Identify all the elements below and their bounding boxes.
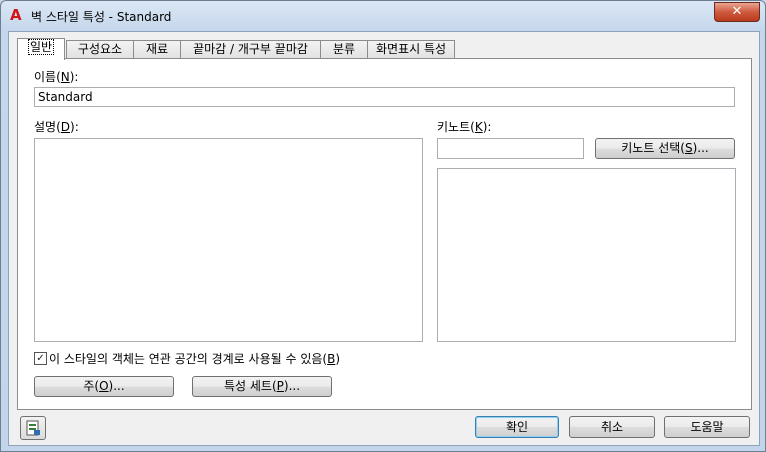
notes-button[interactable]: 주(O)...: [34, 376, 174, 397]
style-details-button[interactable]: [20, 416, 46, 440]
tab-display-properties[interactable]: 화면표시 특성: [367, 40, 455, 59]
window-title: 벽 스타일 특성 - Standard: [31, 10, 172, 24]
help-button[interactable]: 도움말: [664, 416, 750, 438]
cancel-button[interactable]: 취소: [569, 416, 655, 438]
tab-endcaps-opening-endcaps[interactable]: 끝마감 / 개구부 끝마감: [180, 40, 321, 59]
description-field[interactable]: [34, 138, 423, 342]
autocad-app-icon[interactable]: A: [10, 7, 24, 23]
style-details-icon: [26, 420, 40, 436]
description-label: 설명(D):: [34, 120, 79, 134]
select-keynote-button[interactable]: 키노트 선택(S)...: [595, 138, 735, 159]
boundary-checkbox-label[interactable]: 이 스타일의 객체는 연관 공간의 경계로 사용될 수 있음(B): [49, 350, 340, 367]
ok-button[interactable]: 확인: [475, 416, 559, 438]
tab-general[interactable]: 일반: [17, 38, 65, 60]
tab-components[interactable]: 구성요소: [66, 40, 134, 59]
close-button[interactable]: ✕: [714, 2, 760, 22]
property-sets-button[interactable]: 특성 세트(P)...: [192, 376, 332, 397]
name-label: 이름(N):: [34, 70, 79, 84]
keynote-label: 키노트(K):: [437, 120, 492, 134]
general-tab-panel: 이름(N): Standard 설명(D): 키노트(K): 키노트 선택(S)…: [17, 58, 752, 410]
dialog-client-area: 일반 구성요소 재료 끝마감 / 개구부 끝마감 분류 화면표시 특성 이름(N…: [8, 31, 760, 446]
dialog-window: A 벽 스타일 특성 - Standard ✕ 일반 구성요소 재료 끝마감 /…: [0, 0, 766, 452]
keynote-field[interactable]: [437, 138, 584, 159]
boundary-checkbox[interactable]: ✓: [34, 352, 47, 365]
name-field[interactable]: Standard: [34, 87, 735, 107]
close-icon: ✕: [731, 4, 743, 19]
title-bar[interactable]: A 벽 스타일 특성 - Standard ✕: [1, 1, 765, 31]
keynote-description-field[interactable]: [437, 168, 736, 342]
tab-materials[interactable]: 재료: [133, 40, 181, 59]
tab-classifications[interactable]: 분류: [320, 40, 368, 59]
